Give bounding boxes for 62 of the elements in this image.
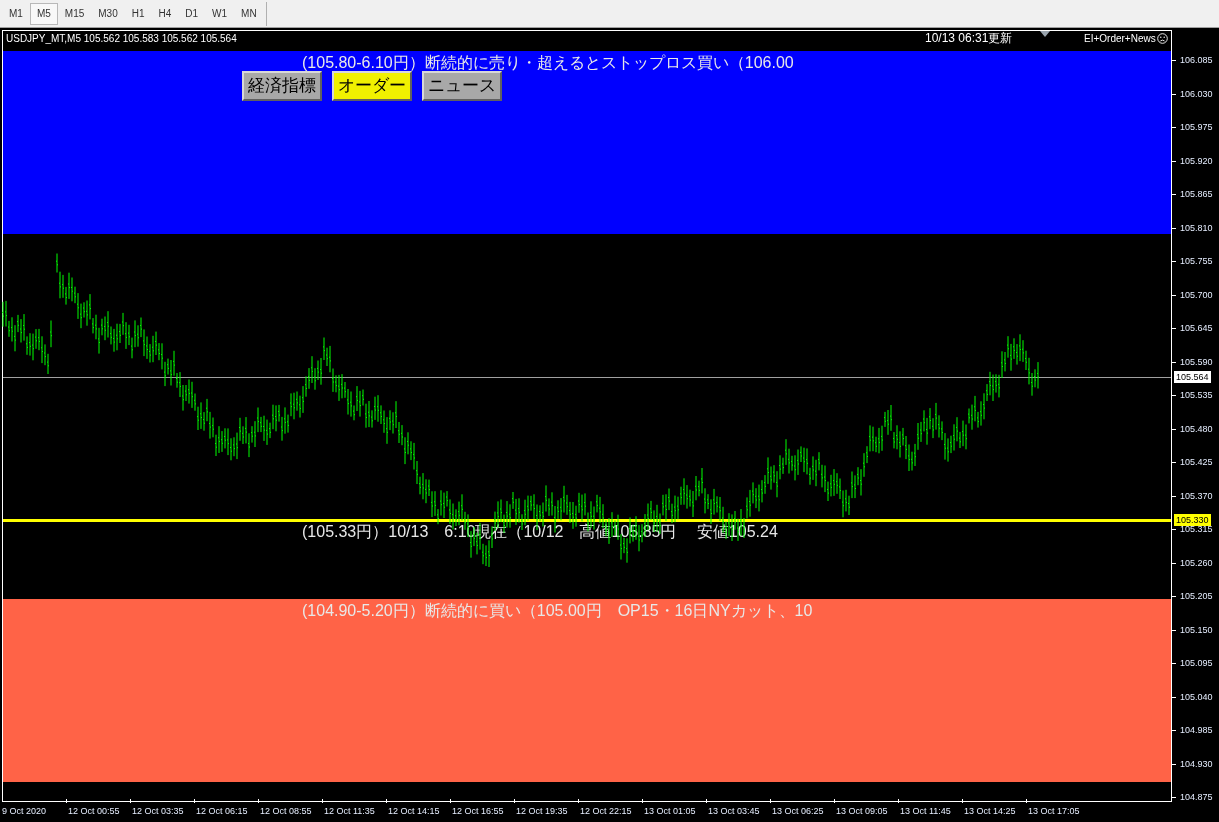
price-axis-label: 105.865 [1180, 188, 1213, 200]
price-axis-label: 105.040 [1180, 690, 1213, 703]
price-axis-label: 104.985 [1180, 724, 1213, 736]
price-axis-label: 105.700 [1180, 288, 1213, 301]
time-axis-label: 12 Oct 14:15 [388, 805, 440, 817]
price-axis-label: 104.930 [1180, 757, 1213, 770]
price-axis-label: 106.085 [1180, 54, 1213, 66]
price-axis-label: 105.150 [1180, 623, 1213, 636]
zone-note: (105.33円）10/13 6:10現在（10/12 高値105.85円 安値105.24 [302, 521, 778, 542]
timeframe-button[interactable]: M5 [29, 2, 58, 25]
timeframe-button[interactable]: W1 [205, 2, 235, 25]
symbol-info: USDJPY_MT,M5 105.562 105.583 105.562 105.564 [6, 32, 237, 45]
time-axis-label: 12 Oct 11:35 [324, 805, 375, 817]
time-axis-label: 9 Oct 2020 [2, 805, 47, 817]
price-axis-label: 105.535 [1180, 389, 1213, 401]
frown-face-icon [1156, 33, 1168, 44]
price-axis-label: 105.205 [1180, 590, 1213, 602]
price-axis-label: 105.755 [1180, 255, 1213, 267]
time-axis-label: 13 Oct 17:05 [1028, 805, 1080, 817]
panel-tab[interactable]: 経済指標 [242, 71, 322, 101]
time-axis-label: 13 Oct 01:05 [644, 805, 696, 817]
time-axis-label: 12 Oct 22:15 [580, 805, 632, 817]
price-axis-label: 105.425 [1180, 456, 1213, 468]
panel-tab[interactable]: ニュース [422, 71, 502, 101]
price-axis-label: 105.095 [1180, 657, 1213, 669]
time-axis-label: 12 Oct 19:35 [516, 805, 568, 817]
time-axis-label: 12 Oct 08:55 [260, 805, 312, 817]
time-axis-label: 12 Oct 03:35 [132, 805, 184, 817]
update-time: 10/13 06:31更新 [925, 31, 1013, 46]
price-axis-label: 104.875 [1180, 791, 1213, 803]
price-axis-label: 105.920 [1180, 154, 1213, 167]
price-axis-label: 105.590 [1180, 355, 1213, 368]
shift-marker-icon [1040, 31, 1050, 37]
time-axis-label: 13 Oct 09:05 [836, 805, 888, 817]
timeframe-button[interactable]: M30 [91, 2, 125, 25]
price-axis-label: 105.480 [1180, 422, 1213, 435]
timeframe-button[interactable]: H4 [151, 2, 179, 25]
price-label: 105.330 [1174, 513, 1211, 526]
time-axis-label: 12 Oct 00:55 [68, 805, 120, 817]
time-axis-label: 13 Oct 03:45 [708, 805, 760, 817]
price-axis-label: 105.645 [1180, 322, 1213, 334]
timeframe-button[interactable]: M1 [2, 2, 30, 25]
timeframe-button[interactable]: MN [234, 2, 264, 25]
time-axis-label: 13 Oct 14:25 [964, 805, 1016, 817]
time-axis-label: 13 Oct 11:45 [900, 805, 951, 817]
price-axis-label: 105.370 [1180, 489, 1213, 502]
zone-note: (104.90-5.20円）断続的に買い（105.00円 OP15・16日NYカット、10 [302, 600, 813, 621]
current-price-label: 105.564 [1174, 371, 1211, 384]
zone-note: (105.80-6.10円）断続的に売り・超えるとストップロス買い（106.00 [302, 52, 794, 73]
price-axis-label: 105.810 [1180, 221, 1213, 234]
time-axis-label: 12 Oct 06:15 [196, 805, 248, 817]
time-axis-label: 13 Oct 06:25 [772, 805, 824, 817]
price-axis-label: 105.315 [1180, 523, 1213, 535]
time-axis-label: 12 Oct 16:55 [452, 805, 504, 817]
price-axis-label: 106.030 [1180, 87, 1213, 100]
price-axis-label: 105.975 [1180, 121, 1213, 133]
timeframe-button[interactable]: M15 [57, 2, 92, 25]
indicator-label: EI+Order+News [1084, 32, 1156, 45]
timeframe-button[interactable]: H1 [124, 2, 152, 25]
price-axis-label: 105.260 [1180, 556, 1213, 569]
timeframe-button[interactable]: D1 [178, 2, 206, 25]
panel-tab[interactable]: オーダー [332, 71, 412, 101]
